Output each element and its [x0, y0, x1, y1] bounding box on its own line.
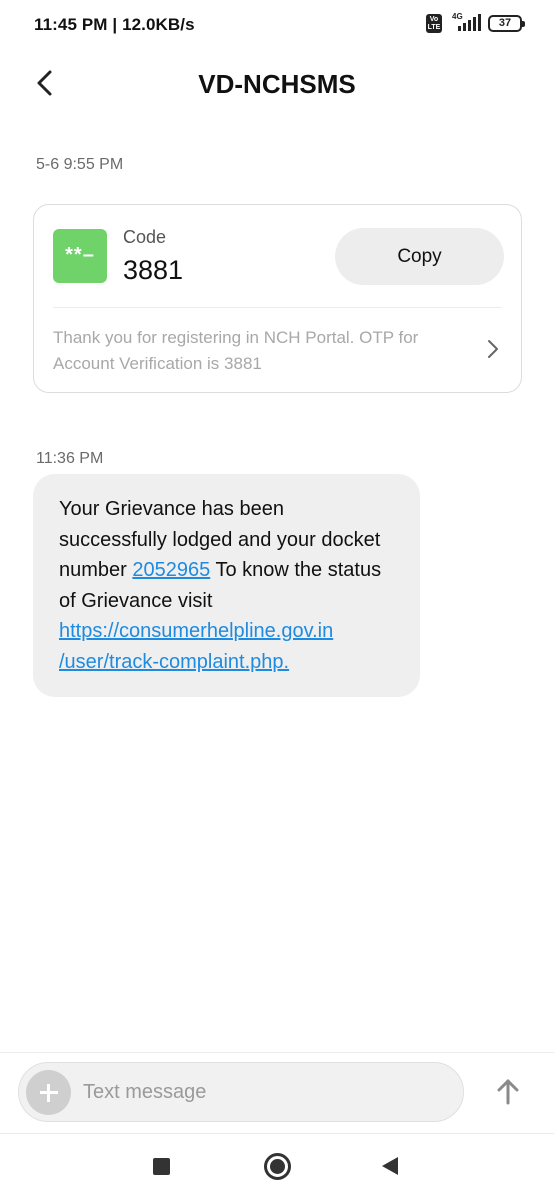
conversation-title: VD-NCHSMS [198, 69, 356, 99]
code-value: 3881 [123, 255, 184, 285]
battery-icon: 37 [488, 14, 525, 32]
otp-card-divider [53, 307, 502, 308]
add-attachment-button[interactable] [26, 1070, 71, 1115]
otp-card: **– Code 3881 Copy Thank you for registe… [33, 204, 522, 393]
arrow-up-icon [497, 1079, 519, 1105]
message-bubble[interactable]: Your Grievance has been successfully lod… [33, 474, 420, 697]
status-time-speed: 11:45 PM | 12.0KB/s [34, 15, 195, 34]
send-button[interactable] [488, 1072, 528, 1112]
docket-number-link[interactable]: 2052965 [132, 559, 210, 581]
otp-message-text[interactable]: Thank you for registering in NCH Portal.… [53, 325, 453, 377]
signal-icon: 4G [450, 12, 481, 33]
otp-code-icon: **– [53, 229, 107, 283]
system-nav-bar [0, 1134, 554, 1200]
home-button[interactable] [264, 1153, 291, 1180]
message-timestamp: 11:36 PM [36, 450, 104, 467]
conversation-header: VD-NCHSMS [0, 52, 554, 116]
message-timestamp: 5-6 9:55 PM [36, 156, 124, 173]
recents-button[interactable] [153, 1158, 170, 1175]
chevron-right-icon [488, 340, 498, 358]
message-composer [18, 1062, 464, 1122]
volte-icon: Vo LTE [426, 13, 442, 33]
code-label: Code [123, 227, 167, 247]
tracking-url-link[interactable]: https://consumerhelpline.gov.in/user/tra… [59, 620, 333, 673]
copy-code-button[interactable]: Copy [335, 228, 504, 285]
expand-message-button[interactable] [483, 337, 503, 361]
message-input[interactable] [83, 1063, 443, 1121]
status-icons: Vo LTE 4G 37 [426, 12, 525, 33]
system-back-button[interactable] [382, 1157, 398, 1175]
composer-divider [0, 1052, 554, 1053]
status-bar: 11:45 PM | 12.0KB/s Vo LTE 4G 37 [0, 0, 554, 52]
